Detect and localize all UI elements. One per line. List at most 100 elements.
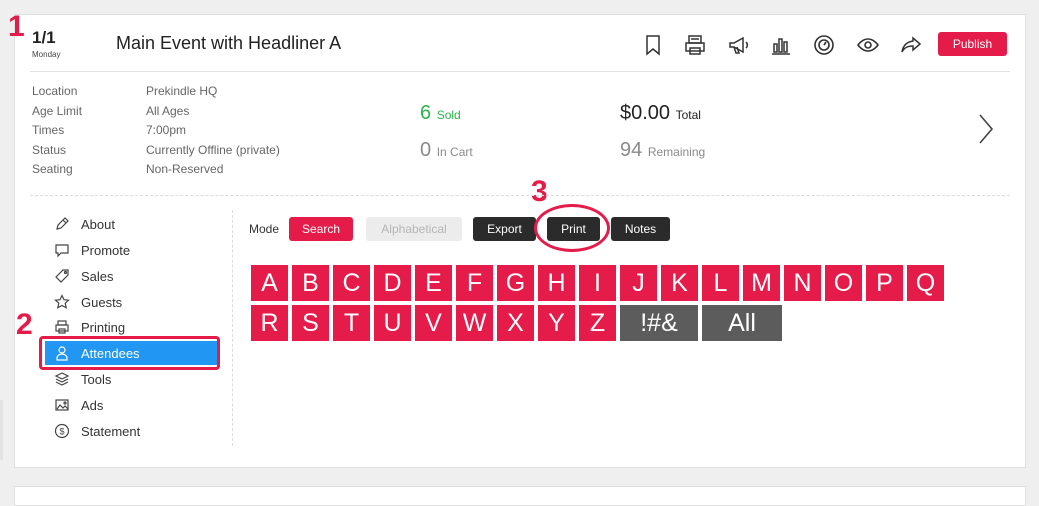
eye-icon[interactable] <box>855 32 881 58</box>
callout-2: 2 <box>16 308 33 341</box>
letter-button[interactable]: E <box>415 265 452 301</box>
total-label: Total <box>675 108 701 122</box>
letter-button[interactable]: P <box>866 265 903 301</box>
info-value-age-limit: All Ages <box>146 104 190 118</box>
letter-button[interactable]: V <box>415 305 452 341</box>
info-divider <box>30 195 1010 196</box>
letter-button[interactable]: L <box>702 265 739 301</box>
letter-button[interactable]: F <box>456 265 493 301</box>
dollar-icon: $ <box>53 422 71 440</box>
letter-button[interactable]: Z <box>579 305 616 341</box>
sidebar-item-guests[interactable]: Guests <box>45 290 217 314</box>
sidebar-item-label: Guests <box>81 294 123 310</box>
sidebar-item-ads[interactable]: Ads <box>45 393 217 417</box>
letter-button[interactable]: O <box>825 265 862 301</box>
left-edge-strip <box>0 400 3 460</box>
bar-chart-icon[interactable] <box>768 32 794 58</box>
event-day: Monday <box>32 50 61 59</box>
letter-button[interactable]: D <box>374 265 411 301</box>
publish-button[interactable]: Publish <box>938 32 1007 56</box>
letter-button[interactable]: All <box>702 305 782 341</box>
image-icon <box>53 396 71 414</box>
in-cart-stat: 0 In Cart <box>420 139 473 162</box>
letter-button[interactable]: H <box>538 265 575 301</box>
letter-button[interactable]: J <box>620 265 657 301</box>
sidebar-item-label: Sales <box>81 268 114 284</box>
letter-button[interactable]: S <box>292 305 329 341</box>
sidebar-item-label: Printing <box>81 319 126 335</box>
sidebar-item-sales[interactable]: Sales <box>45 264 217 288</box>
remaining-count: 94 <box>620 139 643 161</box>
pencil-icon <box>53 215 71 233</box>
search-mode-button[interactable]: Search <box>289 217 353 241</box>
printer-icon <box>53 318 71 336</box>
letter-button[interactable]: W <box>456 305 493 341</box>
info-value-status: Currently Offline (private) <box>146 143 280 157</box>
info-value-times: 7:00pm <box>146 123 187 137</box>
letter-button[interactable]: G <box>497 265 534 301</box>
callout-3: 3 <box>531 175 548 208</box>
sidebar-item-statement[interactable]: $ Statement <box>45 419 217 443</box>
next-event-card <box>14 486 1026 506</box>
info-label-location: Location <box>32 84 78 98</box>
sidebar-item-tools[interactable]: Tools <box>45 367 217 391</box>
letter-button[interactable]: M <box>743 265 780 301</box>
letter-button[interactable]: I <box>579 265 616 301</box>
in-cart-label: In Cart <box>436 145 473 159</box>
sidebar-item-promote[interactable]: Promote <box>45 238 217 262</box>
sidebar-item-about[interactable]: About <box>45 212 217 236</box>
mode-label: Mode <box>249 222 280 236</box>
letter-button[interactable]: T <box>333 305 370 341</box>
sidebar-divider <box>232 210 233 446</box>
callout-1: 1 <box>8 10 25 43</box>
sold-label: Sold <box>436 108 461 122</box>
info-label-times: Times <box>32 123 65 137</box>
letter-filter-grid: ABCDEFGHIJKLMNOPQ R S T U V W X Y Z !#& All <box>251 265 991 345</box>
tag-icon <box>53 267 71 285</box>
info-label-status: Status <box>32 143 67 157</box>
remaining-label: Remaining <box>647 145 706 159</box>
sold-count: 6 <box>420 102 432 124</box>
megaphone-icon[interactable] <box>726 32 752 58</box>
total-amount: $0.00 <box>620 102 671 124</box>
info-label-age-limit: Age Limit <box>32 104 83 118</box>
export-button[interactable]: Export <box>473 217 536 241</box>
event-title: Main Event with Headliner A <box>116 33 342 53</box>
event-date: 1/1 <box>32 28 56 47</box>
letter-button[interactable]: R <box>251 305 288 341</box>
sidebar-item-label: Tools <box>81 371 112 387</box>
letter-button[interactable]: C <box>333 265 370 301</box>
letter-button[interactable]: B <box>292 265 329 301</box>
letter-button[interactable]: Q <box>907 265 944 301</box>
attendees-highlight-box <box>39 336 220 370</box>
letter-button[interactable]: K <box>661 265 698 301</box>
star-icon <box>53 293 71 311</box>
dashboard-icon[interactable] <box>811 32 837 58</box>
printer-icon[interactable] <box>682 32 708 58</box>
header-divider <box>30 71 1010 72</box>
sidebar-item-label: Statement <box>81 423 141 439</box>
letter-button[interactable]: Y <box>538 305 575 341</box>
print-button[interactable]: Print <box>547 217 600 241</box>
info-value-location: Prekindle HQ <box>146 84 218 98</box>
alphabetical-mode-button[interactable]: Alphabetical <box>366 217 462 241</box>
remaining-stat: 94 Remaining <box>620 139 705 162</box>
letter-button[interactable]: X <box>497 305 534 341</box>
total-stat: $0.00 Total <box>620 102 701 125</box>
layers-icon <box>53 370 71 388</box>
next-chevron-icon[interactable] <box>974 112 998 146</box>
letter-button[interactable]: A <box>251 265 288 301</box>
sold-stat: 6 Sold <box>420 102 461 125</box>
letter-button[interactable]: U <box>374 305 411 341</box>
sidebar-item-label: Promote <box>81 242 131 258</box>
notes-button[interactable]: Notes <box>611 217 670 241</box>
share-icon[interactable] <box>898 32 924 58</box>
sidebar-item-label: Ads <box>81 397 104 413</box>
bookmark-icon[interactable] <box>640 32 666 58</box>
in-cart-count: 0 <box>420 139 432 161</box>
letter-button[interactable]: N <box>784 265 821 301</box>
speech-bubble-icon <box>53 241 71 259</box>
letter-button[interactable]: !#& <box>620 305 698 341</box>
sidebar-item-label: About <box>81 216 115 232</box>
info-value-seating: Non-Reserved <box>146 162 224 176</box>
